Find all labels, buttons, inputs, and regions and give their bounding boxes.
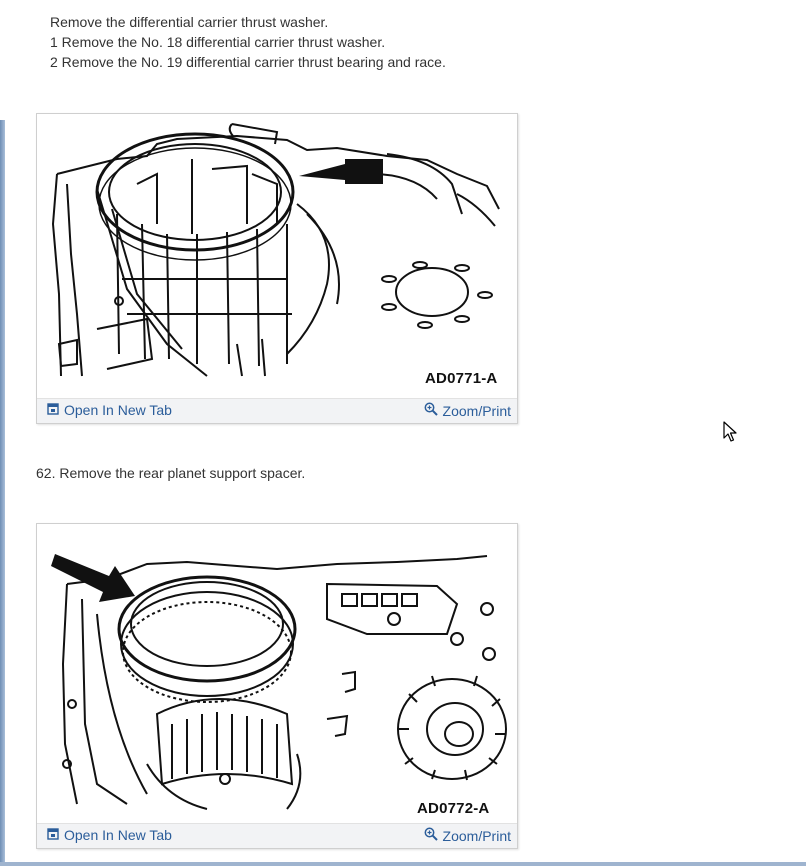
open-in-new-tab-link-1[interactable]: Open In New Tab: [47, 402, 172, 418]
open-new-tab-icon: [47, 827, 59, 843]
magnifier-zoom-icon: [424, 827, 438, 844]
open-new-tab-icon: [47, 402, 59, 418]
figure-code-1: AD0771-A: [425, 370, 498, 387]
figure-image-1[interactable]: AD0771-A: [37, 114, 517, 398]
step-intro-text: Remove the differential carrier thrust w…: [50, 14, 329, 30]
zoom-print-label: Zoom/Print: [442, 827, 511, 844]
mouse-pointer-icon: [723, 421, 737, 448]
open-in-new-tab-label: Open In New Tab: [64, 402, 172, 418]
open-in-new-tab-link-2[interactable]: Open In New Tab: [47, 827, 172, 843]
figure-card-2: AD0772-A Open In New Tab Zoom/Print: [36, 523, 518, 849]
step-62-text: 62. Remove the rear planet support space…: [36, 465, 306, 481]
figure-card-1: AD0771-A Open In New Tab Zoom/Print: [36, 113, 518, 424]
transmission-case-drawing-1: [51, 123, 500, 377]
figure-toolbar-1: Open In New Tab Zoom/Print: [37, 398, 517, 423]
figure-toolbar-2: Open In New Tab Zoom/Print: [37, 823, 517, 848]
zoom-print-link-1[interactable]: Zoom/Print: [424, 402, 511, 419]
zoom-print-link-2[interactable]: Zoom/Print: [424, 827, 511, 844]
substep-2-text: 2 Remove the No. 19 differential carrier…: [50, 54, 446, 70]
transmission-case-drawing-2: [51, 554, 507, 810]
figure-image-2[interactable]: AD0772-A: [37, 524, 517, 823]
open-in-new-tab-label: Open In New Tab: [64, 827, 172, 843]
substep-1-text: 1 Remove the No. 18 differential carrier…: [50, 34, 386, 50]
figure-code-2: AD0772-A: [417, 800, 490, 817]
zoom-print-label: Zoom/Print: [442, 402, 511, 419]
window-bottom-edge: [0, 862, 806, 866]
magnifier-zoom-icon: [424, 402, 438, 419]
window-left-edge: [0, 120, 5, 866]
